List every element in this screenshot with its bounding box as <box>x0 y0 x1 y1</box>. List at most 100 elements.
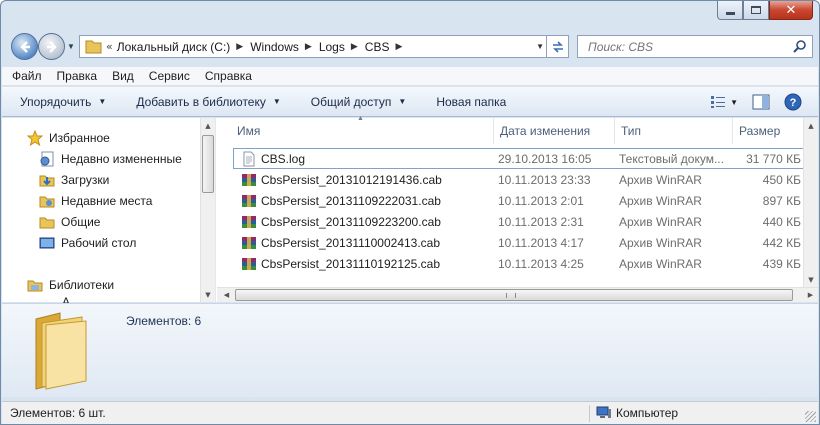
navigation-pane: Избранное Недавно измененные Загрузки Не… <box>2 118 216 303</box>
menu-edit[interactable]: Правка <box>57 69 98 83</box>
file-row[interactable]: CbsPersist_20131110192125.cab 10.11.2013… <box>217 253 818 274</box>
column-date[interactable]: Дата изменения <box>494 118 615 144</box>
breadcrumb-arrow-icon[interactable]: ▶ <box>395 41 402 52</box>
winrar-archive-icon <box>242 215 256 228</box>
folder-icon <box>85 40 102 53</box>
column-headers: ▲ Имя Дата изменения Тип Размер <box>217 115 818 144</box>
file-size: 450 КБ <box>762 172 801 187</box>
forward-button[interactable] <box>38 33 65 60</box>
column-size[interactable]: Размер <box>733 118 801 144</box>
preview-pane-icon <box>752 94 770 110</box>
winrar-archive-icon <box>242 257 256 270</box>
winrar-archive-icon <box>242 194 256 207</box>
nav-partial-item[interactable]: А <box>62 295 70 303</box>
new-folder-button[interactable]: Новая папка <box>436 95 506 109</box>
column-name[interactable]: ▲ Имя <box>217 115 494 144</box>
menu-view[interactable]: Вид <box>112 69 134 83</box>
chevron-down-icon: ▼ <box>398 97 407 106</box>
nav-desktop[interactable]: Рабочий стол <box>38 232 136 253</box>
recent-pages-dropdown[interactable]: ▼ <box>67 42 75 51</box>
file-name-cell: CbsPersist_20131110192125.cab <box>217 256 494 272</box>
chevron-down-icon[interactable]: ▼ <box>730 98 738 107</box>
column-label: Имя <box>237 124 261 138</box>
horizontal-scroll-thumb[interactable] <box>235 289 793 301</box>
back-arrow-icon <box>19 40 30 53</box>
search-input[interactable] <box>588 39 778 54</box>
file-type: Архив WinRAR <box>619 193 702 208</box>
recent-places-icon <box>38 192 55 209</box>
file-size: 31 770 КБ <box>746 151 801 166</box>
status-location-label: Компьютер <box>616 406 679 420</box>
menu-help[interactable]: Справка <box>205 69 252 83</box>
file-size: 440 КБ <box>762 214 801 229</box>
file-list-scrollbar[interactable]: ▲ ▼ <box>803 118 818 287</box>
nav-downloads[interactable]: Загрузки <box>38 169 109 190</box>
file-row[interactable]: CBS.log 29.10.2013 16:05 Текстовый докум… <box>233 148 816 169</box>
breadcrumb-label: Logs <box>318 39 345 54</box>
nav-favorites[interactable]: Избранное <box>26 127 110 148</box>
file-name-cell: CbsPersist_20131012191436.cab <box>217 172 494 188</box>
nav-label: Недавно измененные <box>61 151 182 166</box>
file-row[interactable]: CbsPersist_20131109222031.cab 10.11.2013… <box>217 190 818 211</box>
nav-shared[interactable]: Общие <box>38 211 100 232</box>
column-label: Дата изменения <box>500 124 591 138</box>
scroll-up-icon[interactable]: ▲ <box>201 118 215 133</box>
refresh-button[interactable] <box>546 35 568 58</box>
file-date: 10.11.2013 4:25 <box>498 256 584 271</box>
change-view-button[interactable]: ▼ <box>710 95 738 109</box>
menu-tools[interactable]: Сервис <box>149 69 190 83</box>
nav-scroll-thumb[interactable] <box>202 135 214 193</box>
star-icon <box>26 129 43 146</box>
nav-libraries[interactable]: Библиотеки <box>26 274 114 295</box>
close-button[interactable]: ✕ <box>769 1 813 20</box>
scroll-left-icon[interactable]: ◀ <box>219 288 234 302</box>
file-date: 10.11.2013 2:01 <box>498 193 584 208</box>
back-button[interactable] <box>11 33 38 60</box>
address-overflow-icon[interactable]: « <box>106 40 113 53</box>
nav-scrollbar[interactable]: ▲ ▼ <box>200 118 215 302</box>
search-icon[interactable] <box>792 39 808 55</box>
file-name: CbsPersist_20131110002413.cab <box>261 235 441 250</box>
add-to-library-button[interactable]: Добавить в библиотеку ▼ <box>136 95 280 109</box>
file-row[interactable]: CbsPersist_20131012191436.cab 10.11.2013… <box>217 169 818 190</box>
file-row[interactable]: CbsPersist_20131110002413.cab 10.11.2013… <box>217 232 818 253</box>
organize-label: Упорядочить <box>20 94 92 109</box>
breadcrumb-arrow-icon[interactable]: ▶ <box>236 41 243 52</box>
breadcrumb-arrow-icon[interactable]: ▶ <box>305 41 312 52</box>
file-type: Текстовый докум... <box>619 151 724 166</box>
nav-recent-changed[interactable]: Недавно измененные <box>38 148 182 169</box>
search-box[interactable] <box>577 35 813 58</box>
minimize-button[interactable] <box>717 1 743 20</box>
column-type[interactable]: Тип <box>615 118 733 144</box>
share-button[interactable]: Общий доступ ▼ <box>311 95 407 109</box>
address-history-dropdown[interactable]: ▼ <box>536 42 544 51</box>
svg-text:?: ? <box>790 97 797 109</box>
help-icon: ? <box>784 93 802 111</box>
breadcrumb-item[interactable]: Windows ▶ <box>250 40 319 54</box>
scroll-right-icon[interactable]: ▶ <box>803 288 818 302</box>
breadcrumb-arrow-icon[interactable]: ▶ <box>351 41 358 52</box>
maximize-button[interactable] <box>743 1 769 20</box>
nav-label: Загрузки <box>61 172 110 187</box>
menu-file[interactable]: Файл <box>12 69 42 83</box>
help-button[interactable]: ? <box>784 93 802 111</box>
scroll-up-icon[interactable]: ▲ <box>804 118 818 133</box>
desktop-icon <box>38 234 55 251</box>
breadcrumb-item[interactable]: CBS ▶ <box>365 40 410 54</box>
preview-pane-button[interactable] <box>752 94 770 110</box>
scroll-down-icon[interactable]: ▼ <box>804 272 818 287</box>
breadcrumb-item[interactable]: Локальный диск (C:) ▶ <box>117 40 250 54</box>
nav-label: Недавние места <box>61 193 153 208</box>
explorer-window: ✕ ▼ « Локальный диск (C:) ▶ Windows ▶ Logs… <box>0 0 820 425</box>
organize-button[interactable]: Упорядочить ▼ <box>20 95 106 109</box>
scroll-down-icon[interactable]: ▼ <box>201 287 215 302</box>
file-date: 10.11.2013 23:33 <box>498 172 591 187</box>
address-bar[interactable]: « Локальный диск (C:) ▶ Windows ▶ Logs ▶ CB… <box>79 35 569 58</box>
file-row[interactable]: CbsPersist_20131109223200.cab 10.11.2013… <box>217 211 818 232</box>
breadcrumb-item[interactable]: Logs ▶ <box>319 40 365 54</box>
horizontal-scrollbar[interactable]: ◀ ▶ <box>217 287 818 302</box>
resize-grip-icon[interactable] <box>805 411 816 422</box>
computer-icon <box>596 406 611 418</box>
shared-folder-icon <box>38 213 55 230</box>
nav-recent-places[interactable]: Недавние места <box>38 190 152 211</box>
